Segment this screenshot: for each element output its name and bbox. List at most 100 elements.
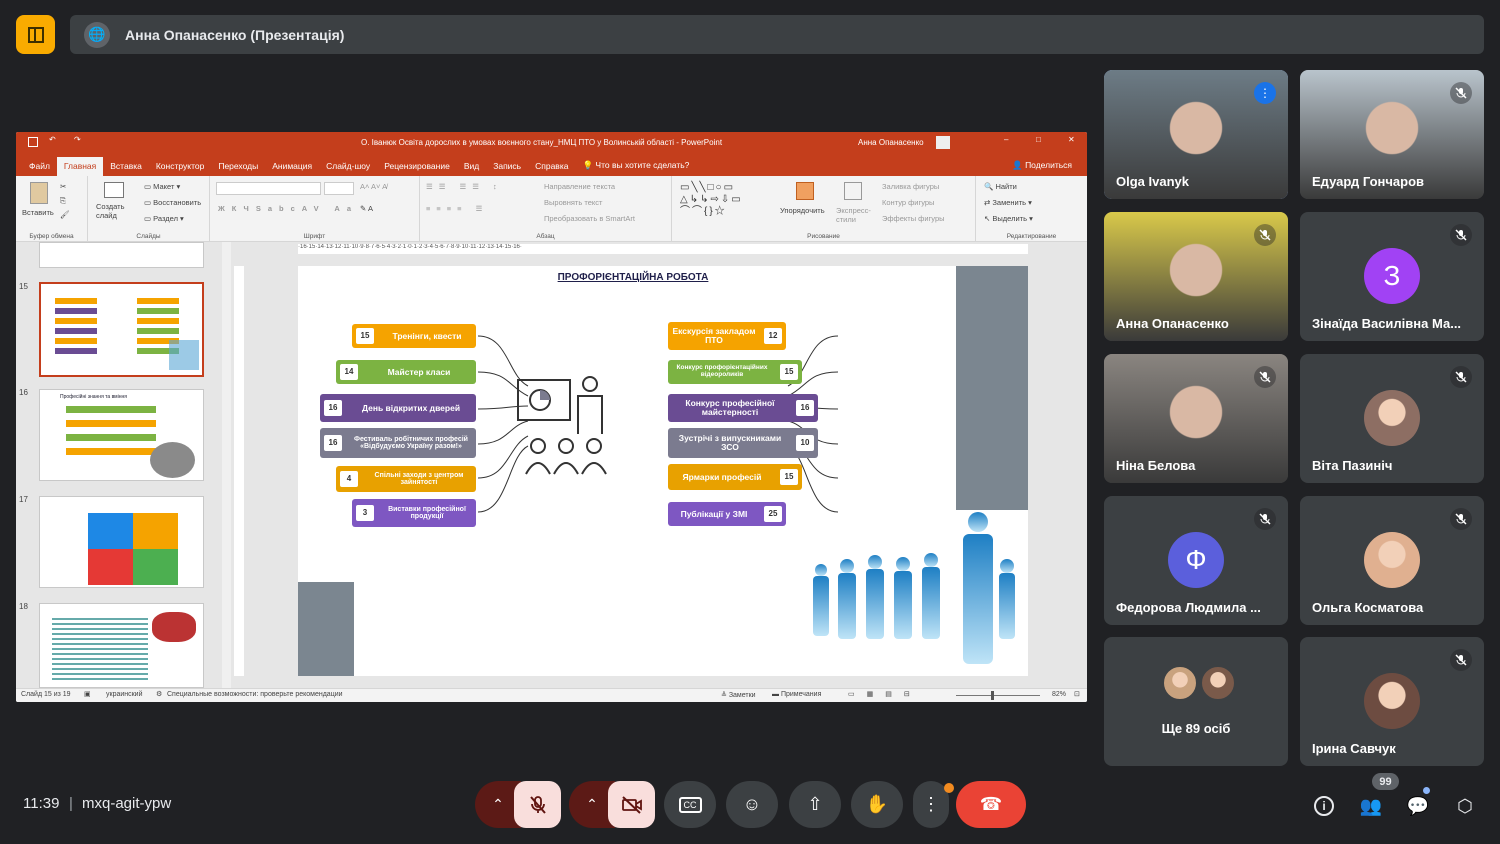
participant-tile[interactable]: Ольга Косматова (1300, 496, 1484, 625)
create-slide-button[interactable]: Создать слайд (96, 202, 130, 220)
cut-icon[interactable]: ✂ (60, 182, 66, 191)
find-button[interactable]: 🔍 Найти (984, 182, 1017, 191)
participant-tile[interactable]: З Зінаїда Василівна Ма... (1300, 212, 1484, 341)
smartart-button[interactable]: Преобразовать в SmartArt (544, 214, 635, 223)
participant-tile[interactable]: Ірина Савчук (1300, 637, 1484, 766)
chat-icon: 💬 (1406, 795, 1430, 816)
section-button[interactable]: ▭ Раздел ▾ (144, 214, 184, 223)
tell-me-input[interactable]: 💡 Что вы хотите сделать? (575, 160, 696, 176)
replace-button[interactable]: ⇄ Заменить ▾ (984, 198, 1032, 207)
slide-15[interactable]: ПРОФОРІЄНТАЦІЙНА РОБОТА 15 Тренінги, квес… (298, 266, 1028, 676)
camera-toggle-button[interactable] (608, 781, 655, 828)
thumbnails-scrollbar[interactable] (222, 242, 231, 688)
font-color-icon[interactable]: ✎ A (360, 204, 373, 213)
participant-tile[interactable]: Віта Пазиніч (1300, 354, 1484, 483)
notes-button[interactable]: ≜ Заметки (721, 691, 756, 699)
font-style-buttons[interactable]: ЖКЧSabcAV Aa (218, 204, 358, 213)
people-button[interactable]: 👥 (1358, 793, 1384, 819)
font-size-buttons[interactable]: A˄ A˅ A̸ (360, 182, 387, 191)
font-size-select[interactable] (324, 182, 354, 195)
quick-styles-button[interactable]: Экспресс-стили (836, 206, 876, 224)
layout-button[interactable]: ▭ Макет ▾ (144, 182, 180, 191)
thumbnail-14[interactable] (39, 242, 204, 268)
minimize-icon[interactable]: – (1004, 135, 1008, 144)
tab-insert[interactable]: Вставка (103, 161, 149, 176)
tab-record[interactable]: Запись (486, 161, 528, 176)
leave-call-button[interactable]: ☎ (956, 781, 1026, 828)
slide-thumbnails[interactable]: 15 16 Професійні знання та вміння 17 18 (16, 242, 222, 688)
tab-file[interactable]: Файл (22, 161, 57, 176)
raise-hand-button[interactable]: ✋ (851, 781, 903, 828)
shape-outline-button[interactable]: Контур фигуры (882, 198, 934, 207)
zoom-level[interactable]: 82% (1052, 691, 1066, 698)
font-name-select[interactable] (216, 182, 321, 195)
participant-tile[interactable]: Анна Опанасенко (1104, 212, 1288, 341)
comments-button[interactable]: ▬ Примечания (772, 691, 821, 698)
activities-button[interactable]: ⬡ (1452, 793, 1478, 819)
left-item-2: 14 Майстер класи (336, 360, 476, 384)
zoom-thumb[interactable] (991, 691, 994, 700)
arrange-icon[interactable] (796, 182, 814, 200)
format-painter-icon[interactable]: 🖌 (60, 210, 70, 219)
tab-design[interactable]: Конструктор (149, 161, 211, 176)
slide-counter: Слайд 15 из 19 (21, 691, 71, 698)
participant-tile[interactable]: Ще 89 осіб (1104, 637, 1288, 766)
tab-animation[interactable]: Анимация (265, 161, 319, 176)
copy-icon[interactable]: ⎘ (60, 196, 66, 206)
people-silhouettes-image (813, 512, 1015, 664)
shapes-gallery[interactable]: ▭╲╲□○▭ △↳↳⇨⇩▭ ⌒⌒{}☆ (680, 182, 770, 220)
language-status[interactable]: украинский (106, 691, 143, 698)
participant-tile[interactable]: Едуард Гончаров (1300, 70, 1484, 199)
zoom-slider[interactable] (956, 695, 1040, 696)
fit-slide-icon[interactable]: ⊡ (1074, 690, 1080, 698)
list-buttons[interactable]: ☰☰ ☰☰ ↕ (426, 182, 503, 191)
maximize-icon[interactable]: □ (1036, 135, 1041, 144)
item-label: День відкритих дверей (361, 402, 461, 413)
present-button[interactable]: ⇧ (789, 781, 841, 828)
captions-button[interactable]: CC (664, 781, 716, 828)
tab-home[interactable]: Главная (56, 157, 104, 176)
align-text-button[interactable]: Выровнять текст (544, 198, 602, 207)
align-buttons[interactable]: ≡≡≡≡ ☰ (426, 204, 488, 213)
presenter-banner[interactable]: 🌐 Анна Опанасенко (Презентація) (70, 15, 1484, 54)
thumbnail-16[interactable]: Професійні знання та вміння (39, 389, 204, 481)
thumbnail-18[interactable] (39, 603, 204, 688)
mic-toggle-button[interactable] (514, 781, 561, 828)
thumbnail-17[interactable] (39, 496, 204, 588)
spellcheck-icon[interactable]: ▣ (84, 690, 91, 698)
select-button[interactable]: ↖ Выделить ▾ (984, 214, 1033, 223)
tab-slideshow[interactable]: Слайд-шоу (319, 161, 377, 176)
participant-tile[interactable]: Ніна Белова (1104, 354, 1288, 483)
quick-styles-icon[interactable] (844, 182, 862, 200)
chat-button[interactable]: 💬 (1405, 793, 1431, 819)
text-direction-button[interactable]: Направление текста (544, 182, 615, 191)
share-button[interactable]: 👤 Поделиться (1005, 160, 1079, 176)
reactions-button[interactable]: ☺ (726, 781, 778, 828)
new-slide-icon[interactable] (104, 182, 124, 198)
thumbnail-15[interactable] (39, 282, 204, 377)
clipboard-label: Буфер обмена (29, 233, 74, 240)
shape-effects-button[interactable]: Эффекты фигуры (882, 214, 945, 223)
paste-icon[interactable] (30, 182, 48, 204)
meet-logo-button[interactable] (16, 15, 55, 54)
shape-fill-button[interactable]: Заливка фигуры (882, 182, 939, 191)
participant-name: Ольга Косматова (1312, 600, 1424, 615)
thumb-number: 18 (19, 602, 28, 611)
mic-off-icon (1450, 649, 1472, 671)
avatar (1364, 673, 1420, 729)
tab-review[interactable]: Рецензирование (377, 161, 457, 176)
tab-help[interactable]: Справка (528, 161, 575, 176)
accessibility-icon[interactable]: ⚙ (156, 690, 162, 698)
participant-tile[interactable]: ⋮ Olga Ivanyk (1104, 70, 1288, 199)
tab-view[interactable]: Вид (457, 161, 486, 176)
close-icon[interactable]: ✕ (1068, 135, 1075, 144)
accessibility-status[interactable]: Специальные возможности: проверьте реком… (167, 691, 343, 698)
meeting-details-button[interactable]: i (1311, 793, 1337, 819)
participant-tile[interactable]: Ф Федорова Людмила ... (1104, 496, 1288, 625)
paste-button[interactable]: Вставить (22, 208, 54, 217)
tab-transitions[interactable]: Переходы (211, 161, 265, 176)
reset-button[interactable]: ▭ Восстановить (144, 198, 201, 207)
section-label: Раздел (153, 214, 178, 223)
view-buttons[interactable]: ▭▦▤⊟ (848, 690, 922, 698)
arrange-button[interactable]: Упорядочить (780, 206, 825, 215)
